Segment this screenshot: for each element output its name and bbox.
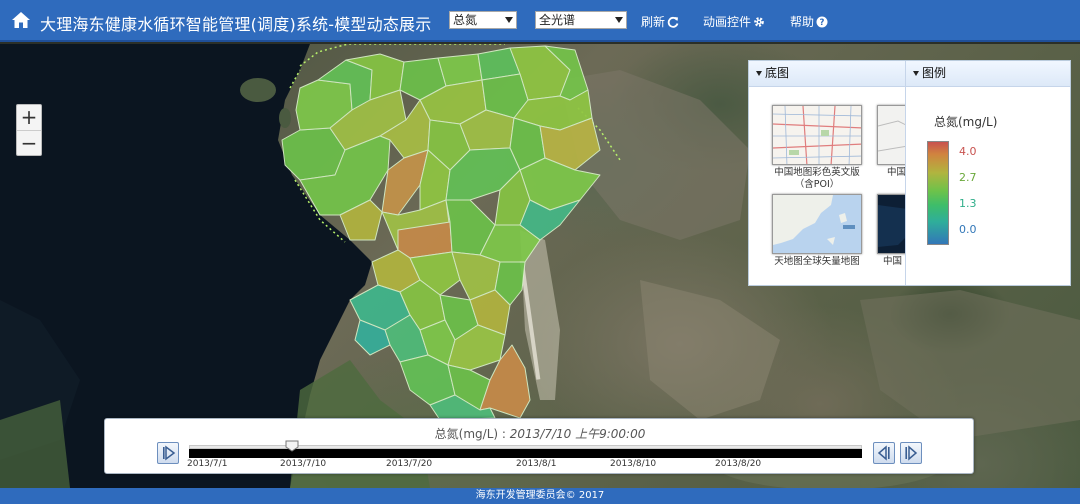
refresh-icon: [667, 16, 679, 28]
time-slider-unit: 总氮(mg/L) :: [434, 427, 510, 441]
basemap-caption-china-dark: 中国: [883, 256, 903, 267]
legend-panel-header[interactable]: 图例: [906, 61, 1070, 87]
animation-controls-button[interactable]: 动画控件: [703, 13, 765, 30]
refresh-button[interactable]: 刷新: [641, 13, 679, 30]
current-time: 2013/7/10 上午9:00:00: [509, 427, 646, 441]
layers-panel: 底图 中国地图彩色英文版（含POI） 中国 天地图全球矢量地图 中国 图例 总氮…: [748, 60, 1071, 286]
basemap-panel-header[interactable]: 底图: [749, 61, 905, 87]
zoom-control: + −: [16, 104, 42, 156]
basemap-panel: 底图 中国地图彩色英文版（含POI） 中国 天地图全球矢量地图 中国: [749, 61, 905, 285]
caret-down-icon: [913, 71, 919, 76]
chevron-down-icon: [505, 17, 513, 23]
timeline-tick: 2013/8/10: [610, 459, 657, 469]
refresh-label: 刷新: [641, 15, 666, 29]
vector-map-thumbnail: [773, 195, 861, 253]
basemap-caption-tianditu-vector: 天地图全球矢量地图: [774, 256, 860, 267]
home-icon[interactable]: [11, 10, 31, 30]
chevron-down-icon: [615, 17, 623, 23]
zoom-in-button[interactable]: +: [17, 105, 41, 130]
time-slider-label: 总氮(mg/L) : 2013/7/10 上午9:00:00: [105, 425, 975, 442]
question-circle-icon: ?: [816, 16, 828, 28]
caret-down-icon: [756, 71, 762, 76]
footer: 海东开发管理委员会© 2017: [0, 488, 1080, 504]
legend-unit-label: 总氮(mg/L): [934, 115, 998, 129]
basemap-caption-china-2: 中国: [887, 167, 905, 178]
legend-panel-title: 图例: [922, 66, 947, 80]
indicator-select-value: 总氮: [453, 13, 478, 27]
animation-label: 动画控件: [703, 15, 752, 29]
legend-tick-low: 1.3: [959, 197, 977, 210]
basemap-thumb-china-color[interactable]: [772, 105, 862, 165]
basemap-thumb-china-2[interactable]: [877, 105, 905, 165]
step-back-button[interactable]: [873, 442, 895, 464]
timeline-tick: 2013/8/1: [516, 459, 557, 469]
top-bar: 大理海东健康水循环智能管理(调度)系统-模型动态展示 总氮 全光谱 刷新 动画控…: [0, 0, 1080, 42]
play-icon: [163, 445, 176, 461]
map-thumbnail: [878, 106, 905, 164]
app-title: 大理海东健康水循环智能管理(调度)系统-模型动态展示: [40, 15, 432, 34]
basemap-thumb-tianditu-vector[interactable]: [772, 194, 862, 254]
timeline-tick: 2013/7/1: [187, 459, 228, 469]
help-label: 帮助: [790, 15, 815, 29]
gear-icon: [754, 17, 764, 27]
play-button[interactable]: [157, 442, 179, 464]
step-forward-icon: [905, 445, 918, 461]
spectrum-select-value: 全光谱: [539, 13, 576, 27]
legend-panel: 图例 总氮(mg/L) 4.0 2.7 1.3 0.0: [905, 61, 1070, 285]
legend-tick-high: 2.7: [959, 171, 977, 184]
dark-map-thumbnail: [878, 195, 905, 253]
timeline-tick: 2013/8/20: [715, 459, 762, 469]
basemap-panel-title: 底图: [765, 66, 790, 80]
basemap-thumb-china-dark[interactable]: [877, 194, 905, 254]
step-back-icon: [877, 445, 890, 461]
street-map-thumbnail: [773, 106, 861, 164]
legend-tick-max: 4.0: [959, 145, 977, 158]
basemap-caption-china-color: 中国地图彩色英文版（含POI）: [774, 167, 860, 190]
time-slider-handle[interactable]: [285, 440, 299, 452]
time-slider-panel: 总氮(mg/L) : 2013/7/10 上午9:00:00 2013/7/1 …: [104, 418, 974, 474]
step-forward-button[interactable]: [900, 442, 922, 464]
help-button[interactable]: 帮助?: [790, 13, 828, 30]
svg-text:?: ?: [820, 18, 825, 28]
spectrum-select[interactable]: 全光谱: [535, 11, 627, 29]
legend-tick-min: 0.0: [959, 223, 977, 236]
zoom-out-button[interactable]: −: [17, 130, 41, 155]
legend-color-ramp: [927, 141, 949, 245]
timeline-tick: 2013/7/20: [386, 459, 433, 469]
timeline-tick: 2013/7/10: [280, 459, 327, 469]
indicator-select[interactable]: 总氮: [449, 11, 517, 29]
